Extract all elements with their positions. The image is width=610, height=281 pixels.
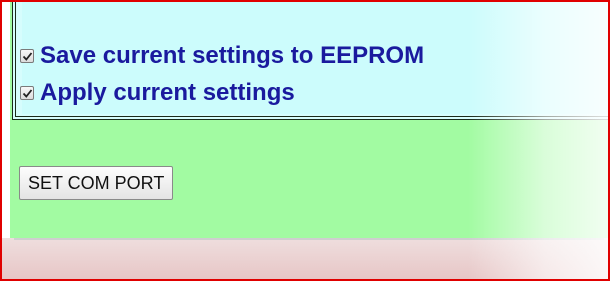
- divider-line: [14, 238, 604, 240]
- apply-settings-checkbox[interactable]: [20, 86, 34, 100]
- checkmark-icon: [22, 52, 33, 61]
- save-to-eeprom-checkbox[interactable]: [20, 49, 34, 63]
- set-com-port-button[interactable]: SET COM PORT: [19, 166, 174, 200]
- checkmark-icon: [22, 89, 33, 98]
- apply-settings-option[interactable]: Apply current settings: [20, 76, 295, 110]
- apply-settings-label: Apply current settings: [40, 79, 295, 106]
- bottom-pink-area: [2, 238, 608, 279]
- settings-frame: Save current settings to EEPROM Apply cu…: [0, 0, 610, 281]
- save-to-eeprom-option[interactable]: Save current settings to EEPROM: [20, 39, 424, 73]
- save-to-eeprom-label: Save current settings to EEPROM: [40, 42, 425, 69]
